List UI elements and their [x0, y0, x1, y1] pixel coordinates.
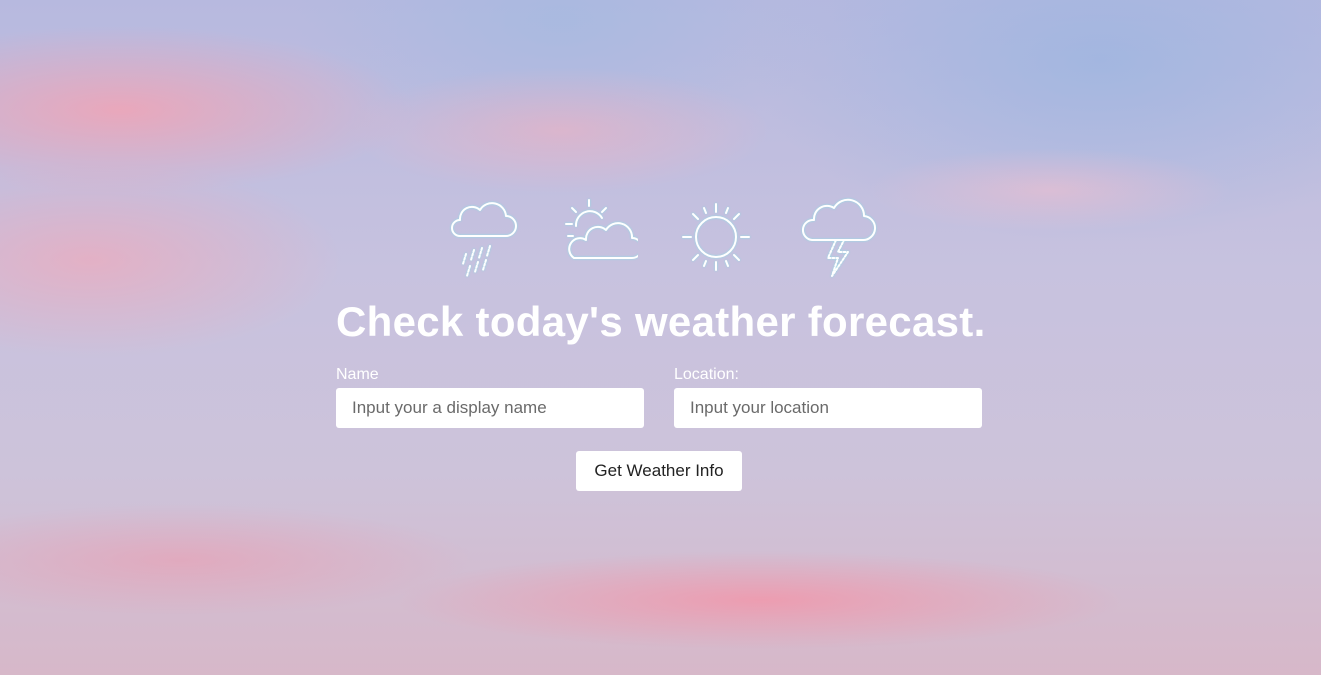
- rain-cloud-icon: [444, 196, 524, 282]
- page-title: Check today's weather forecast.: [336, 298, 986, 345]
- partly-sunny-icon: [558, 196, 638, 282]
- location-input[interactable]: [674, 388, 982, 428]
- location-field-group: Location:: [674, 366, 982, 428]
- get-weather-button[interactable]: Get Weather Info: [576, 451, 742, 491]
- location-label: Location:: [674, 366, 739, 383]
- name-field-group: Name: [336, 366, 644, 428]
- weather-icons-row: [444, 196, 876, 286]
- name-input[interactable]: [336, 388, 644, 428]
- name-label: Name: [336, 366, 379, 383]
- sun-icon: [676, 196, 756, 282]
- thunderstorm-icon: [800, 196, 880, 282]
